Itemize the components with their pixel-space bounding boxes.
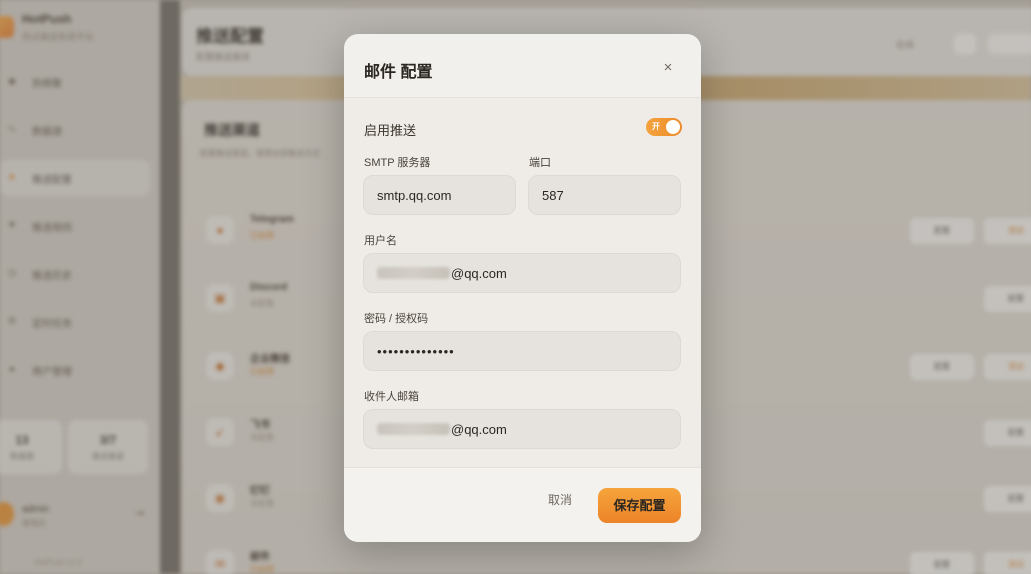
password-value: •••••••••••••• — [377, 343, 455, 359]
username-input[interactable]: @qq.com — [363, 253, 681, 293]
dialog-footer: 取消 保存配置 — [344, 467, 701, 542]
close-icon[interactable]: × — [654, 56, 682, 80]
recipient-input[interactable]: @qq.com — [363, 409, 681, 449]
redacted-text — [377, 423, 450, 435]
toggle-on-text: 开 — [652, 122, 660, 131]
password-label: 密码 / 授权码 — [364, 313, 429, 325]
cancel-button[interactable]: 取消 — [536, 486, 584, 514]
dialog-title: 邮件 配置 — [364, 64, 433, 81]
port-label: 端口 — [529, 157, 551, 169]
enable-push-label: 启用推送 — [364, 123, 417, 138]
port-input[interactable]: 587 — [528, 175, 681, 215]
enable-push-toggle[interactable]: 开 — [646, 118, 682, 136]
redacted-text — [377, 267, 450, 279]
username-value: @qq.com — [451, 265, 507, 281]
password-input[interactable]: •••••••••••••• — [363, 331, 681, 371]
recipient-label: 收件人邮箱 — [364, 391, 419, 403]
save-config-button[interactable]: 保存配置 — [598, 488, 681, 523]
toggle-knob — [666, 120, 680, 134]
email-config-dialog: 邮件 配置 × 启用推送 开 SMTP 服务器 smtp.qq.com 端口 5… — [344, 34, 701, 542]
port-value: 587 — [542, 187, 564, 203]
username-label: 用户名 — [364, 235, 397, 247]
smtp-server-input[interactable]: smtp.qq.com — [363, 175, 516, 215]
recipient-value: @qq.com — [451, 421, 507, 437]
smtp-server-label: SMTP 服务器 — [364, 157, 431, 169]
smtp-server-value: smtp.qq.com — [377, 187, 452, 203]
dialog-header: 邮件 配置 × — [344, 34, 701, 98]
